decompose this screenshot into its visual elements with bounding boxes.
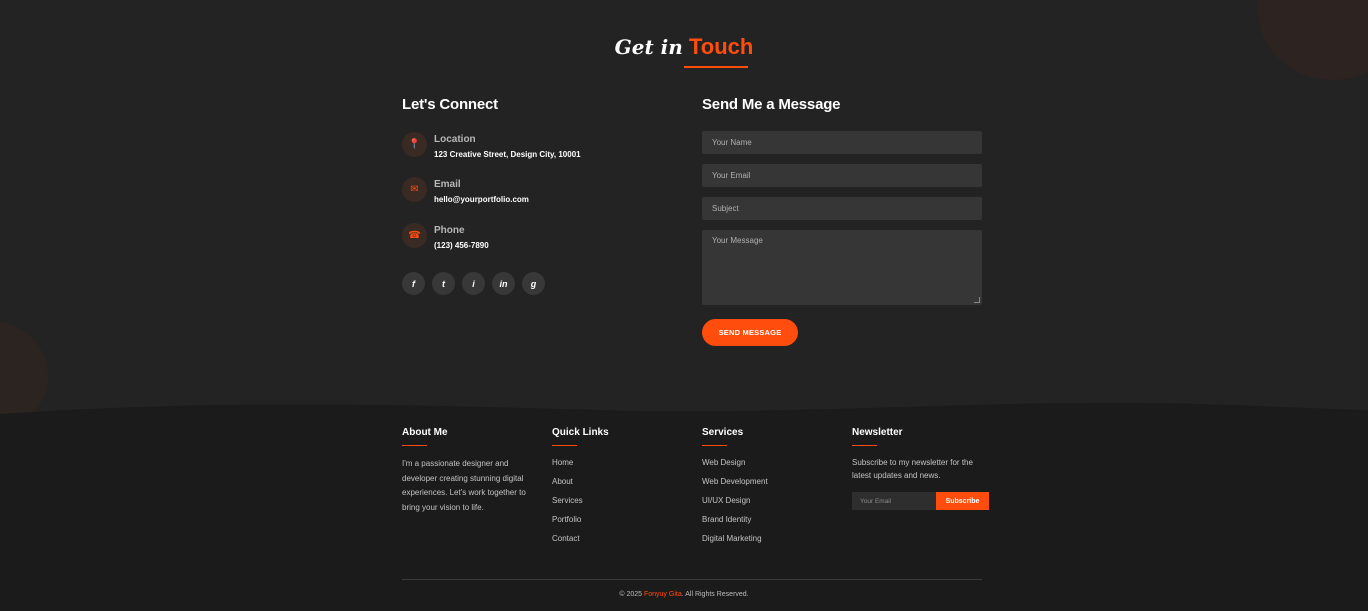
location-item: 📍 Location 123 Creative Street, Design C…: [402, 132, 581, 159]
service-link-brand-identity[interactable]: Brand Identity: [702, 510, 768, 529]
email-input[interactable]: [702, 164, 982, 187]
envelope-glyph: ✉: [410, 184, 419, 195]
phone-value[interactable]: (123) 456-7890: [434, 241, 489, 250]
linkedin-icon[interactable]: in: [492, 272, 515, 295]
contact-info: Let's Connect 📍 Location 123 Creative St…: [402, 96, 682, 295]
github-icon[interactable]: g: [522, 272, 545, 295]
contact-form: Send Me a Message SEND MESSAGE: [702, 96, 982, 346]
copyright-suffix: . All Rights Reserved.: [681, 591, 749, 598]
envelope-icon: ✉: [402, 177, 427, 202]
newsletter-underline: [852, 445, 877, 446]
phone-label: Phone: [434, 225, 465, 236]
title-underline: [684, 66, 748, 68]
map-pin-glyph: 📍: [408, 139, 421, 150]
newsletter-email-input[interactable]: [852, 492, 936, 510]
phone-item: ☎ Phone (123) 456-7890: [402, 223, 489, 250]
instagram-icon[interactable]: i: [462, 272, 485, 295]
twitter-icon[interactable]: t: [432, 272, 455, 295]
quick-links-underline: [552, 445, 577, 446]
services-title: Services: [702, 427, 744, 438]
message-wrapper: [702, 230, 982, 305]
section-title: Get in Touch: [0, 34, 1368, 60]
services-underline: [702, 445, 727, 446]
email-value[interactable]: hello@yourportfolio.com: [434, 195, 529, 204]
social-links: f t i in g: [402, 272, 545, 295]
footer-about: About Me I'm a passionate designer and d…: [402, 427, 530, 515]
newsletter-text: Subscribe to my newsletter for the lates…: [852, 458, 973, 480]
quick-links-title: Quick Links: [552, 427, 609, 438]
footer: [0, 420, 1368, 611]
email-label: Email: [434, 179, 461, 190]
lets-connect-heading: Let's Connect: [402, 96, 498, 113]
service-link-digital-marketing[interactable]: Digital Marketing: [702, 529, 768, 548]
copyright: © 2025 Fonyuy Gita. All Rights Reserved.: [0, 591, 1368, 598]
footer-link-home[interactable]: Home: [552, 453, 609, 472]
about-underline: [402, 445, 427, 446]
service-link-ui-ux-design[interactable]: UI/UX Design: [702, 491, 768, 510]
page: Get in Touch Let's Connect 📍 Location 12…: [0, 0, 1368, 611]
about-title: About Me: [402, 427, 448, 438]
email-item: ✉ Email hello@yourportfolio.com: [402, 177, 529, 204]
copyright-name[interactable]: Fonyuy Gita: [644, 591, 682, 598]
location-label: Location: [434, 134, 476, 145]
footer-quick-links: Quick Links Home About Services Portfoli…: [552, 427, 609, 548]
footer-link-portfolio[interactable]: Portfolio: [552, 510, 609, 529]
subject-input[interactable]: [702, 197, 982, 220]
newsletter-title: Newsletter: [852, 427, 903, 438]
location-value: 123 Creative Street, Design City, 10001: [434, 150, 581, 159]
service-link-web-design[interactable]: Web Design: [702, 453, 768, 472]
facebook-icon[interactable]: f: [402, 272, 425, 295]
name-input[interactable]: [702, 131, 982, 154]
service-link-web-development[interactable]: Web Development: [702, 472, 768, 491]
footer-services: Services Web Design Web Development UI/U…: [702, 427, 768, 548]
message-textarea[interactable]: [702, 230, 982, 305]
footer-newsletter: Newsletter Subscribe to my newsletter fo…: [852, 427, 989, 510]
phone-icon: ☎: [402, 223, 427, 248]
footer-link-contact[interactable]: Contact: [552, 529, 609, 548]
copyright-prefix: © 2025: [619, 591, 644, 598]
section-title-part2: Touch: [688, 34, 754, 59]
phone-glyph: ☎: [408, 230, 421, 241]
subscribe-button[interactable]: Subscribe: [936, 492, 989, 510]
newsletter-form: Subscribe: [852, 492, 989, 510]
footer-link-about[interactable]: About: [552, 472, 609, 491]
section-title-part1: Get in: [614, 35, 683, 59]
footer-link-services[interactable]: Services: [552, 491, 609, 510]
footer-divider: [402, 579, 982, 580]
resize-handle-icon[interactable]: [974, 297, 980, 303]
send-message-heading: Send Me a Message: [702, 96, 841, 113]
about-text: I'm a passionate designer and developer …: [402, 459, 526, 512]
map-pin-icon: 📍: [402, 132, 427, 157]
send-message-button[interactable]: SEND MESSAGE: [702, 319, 798, 346]
